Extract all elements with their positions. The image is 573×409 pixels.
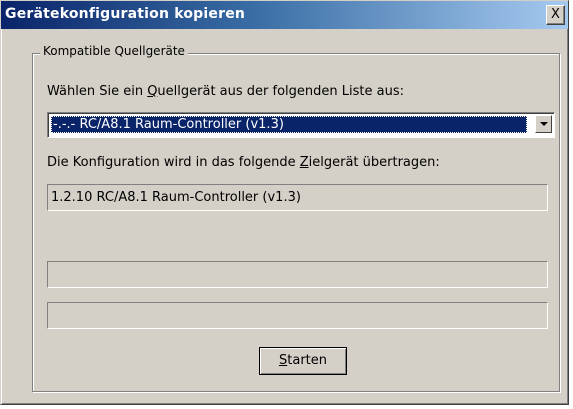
source-label: Wählen Sie ein Quellgerät aus der folgen… <box>47 84 404 99</box>
target-label: Die Konfiguration wird in das folgende Z… <box>47 155 440 170</box>
chevron-down-icon <box>540 122 548 126</box>
target-device-value: 1.2.10 RC/A8.1 Raum-Controller (v1.3) <box>51 190 301 205</box>
start-button[interactable]: Starten <box>259 347 347 375</box>
dialog-window: Gerätekonfiguration kopieren X Kompatibl… <box>0 0 569 405</box>
group-label: Kompatible Quellgeräte <box>40 44 188 58</box>
title-bar[interactable]: Gerätekonfiguration kopieren X <box>1 1 568 29</box>
source-device-selected: -.-.- RC/A8.1 Raum-Controller (v1.3) <box>51 116 527 133</box>
source-device-dropdown[interactable]: -.-.- RC/A8.1 Raum-Controller (v1.3) <box>47 112 555 138</box>
status-field-2 <box>47 302 548 329</box>
close-button[interactable]: X <box>546 5 565 25</box>
compatible-sources-group <box>32 53 560 392</box>
window-title: Gerätekonfiguration kopieren <box>5 6 246 22</box>
dropdown-arrow-button[interactable] <box>535 115 552 133</box>
status-field-1 <box>47 261 548 288</box>
target-device-field: 1.2.10 RC/A8.1 Raum-Controller (v1.3) <box>47 184 548 211</box>
